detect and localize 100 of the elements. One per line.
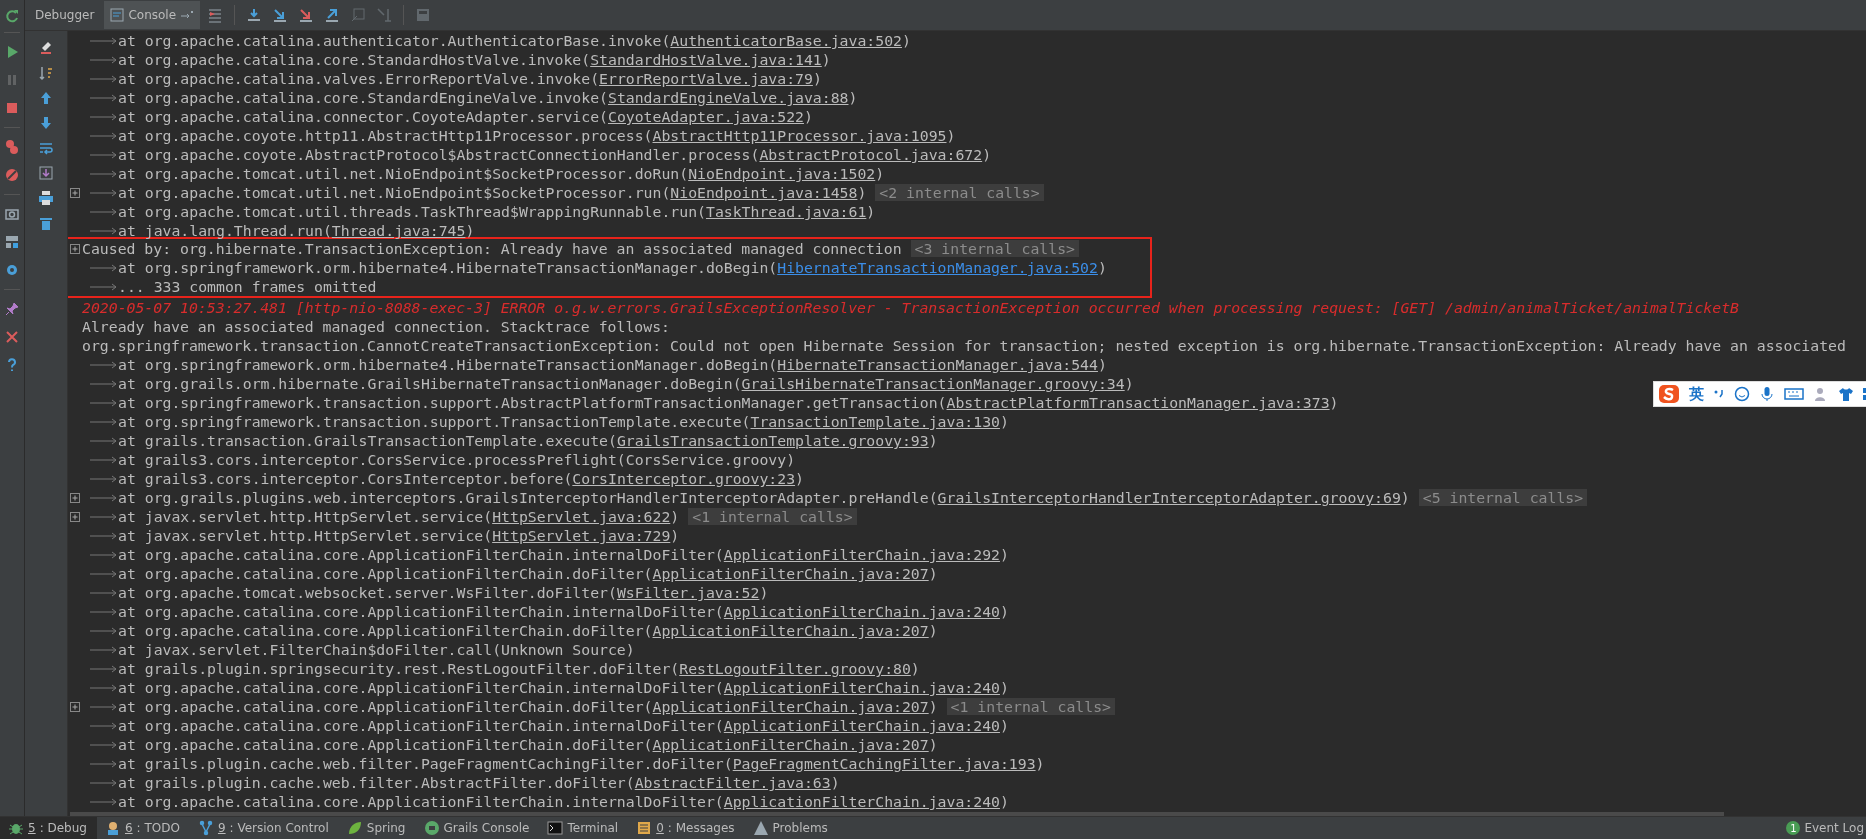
log-line: at javax.servlet.http.HttpServlet.service(HttpServlet.java:729): [118, 527, 680, 544]
tool-window-button[interactable]: 9 : Version Control: [189, 817, 339, 839]
camera-icon[interactable]: [4, 206, 20, 222]
source-link[interactable]: ApplicationFilterChain.java:207: [652, 622, 929, 639]
shirt-icon[interactable]: [1838, 386, 1854, 402]
caused-by-line: Caused by: org.hibernate.TransactionException: Already have an associated managed connection: [82, 240, 902, 257]
source-link[interactable]: HibernateTransactionManager.java:502: [777, 259, 1098, 276]
tool-window-button[interactable]: 6 : TODO: [96, 817, 190, 839]
source-link[interactable]: NioEndpoint.java:1502: [688, 165, 876, 182]
source-link[interactable]: CorsInterceptor.groovy:23: [572, 470, 796, 487]
source-link[interactable]: ErrorReportValve.java:79: [599, 70, 813, 87]
source-link[interactable]: HttpServlet.java:729: [492, 527, 671, 544]
step-into-icon[interactable]: [272, 7, 289, 23]
log-line: at org.apache.catalina.core.ApplicationFilterChain.doFilter(ApplicationFilterChain.java:207): [118, 698, 938, 715]
log-line: at org.apache.catalina.core.StandardHostValve.invoke(StandardHostValve.java:141): [118, 51, 831, 68]
source-link[interactable]: AbstractHttp11Processor.java:1095: [652, 127, 947, 144]
input-method-logo-icon: [1658, 384, 1680, 404]
microphone-icon[interactable]: [1759, 386, 1775, 402]
pin-icon[interactable]: [4, 301, 20, 317]
source-link[interactable]: PageFragmentCachingFilter.java:193: [732, 755, 1036, 772]
log-line: at org.apache.catalina.core.ApplicationFilterChain.doFilter(ApplicationFilterChain.java:207): [118, 565, 938, 582]
log-line: at grails.plugin.cache.web.filter.PageFragmentCachingFilter.doFilter(PageFragmentCachingFilter.java:193): [118, 755, 1045, 772]
log-line: at org.springframework.orm.hibernate4.HibernateTransactionManager.doBegin(HibernateTransactionManager.java:544): [118, 356, 1107, 373]
log-line: at org.apache.catalina.core.StandardEngineValve.invoke(StandardEngineValve.java:88): [118, 89, 858, 106]
mute-breakpoints-icon[interactable]: [4, 167, 20, 183]
source-link[interactable]: ApplicationFilterChain.java:207: [652, 736, 929, 753]
smiley-icon[interactable]: [1734, 386, 1750, 402]
source-link[interactable]: GrailsHibernateTransactionManager.groovy:34: [741, 375, 1125, 392]
source-link[interactable]: GrailsInterceptorHandlerInterceptorAdapter.groovy:69: [937, 489, 1401, 506]
tool-window-button[interactable]: 5 : Debug: [0, 817, 97, 839]
input-mode-toggle[interactable]: 英: [1689, 384, 1704, 404]
source-link[interactable]: HibernateTransactionManager.java:544: [777, 356, 1098, 373]
up-arrow-icon[interactable]: [38, 90, 54, 106]
down-arrow-icon[interactable]: [38, 115, 54, 131]
tool-window-button[interactable]: Spring: [338, 817, 416, 839]
layout-icon[interactable]: [4, 234, 20, 250]
source-link[interactable]: AuthenticatorBase.java:502: [670, 32, 902, 49]
source-link[interactable]: ApplicationFilterChain.java:207: [652, 565, 929, 582]
source-link[interactable]: StandardHostValve.java:141: [590, 51, 822, 68]
keyboard-icon[interactable]: [1784, 386, 1804, 402]
soft-wrap-icon[interactable]: [38, 140, 54, 156]
source-link[interactable]: NioEndpoint.java:1458: [670, 184, 858, 201]
log-line: at org.springframework.transaction.support.AbstractPlatformTransactionManager.getTransaction(AbstractPlatformTransactionManager.java:373): [118, 394, 1339, 411]
source-link[interactable]: AbstractPlatformTransactionManager.java:373: [946, 394, 1330, 411]
sort-icon[interactable]: [38, 65, 54, 81]
close-icon[interactable]: [4, 329, 20, 345]
tool-window-button[interactable]: Problems: [744, 817, 838, 839]
source-link[interactable]: StandardEngineValve.java:88: [607, 89, 849, 106]
eraser-icon[interactable]: [38, 40, 54, 56]
expand-icon[interactable]: [70, 492, 80, 503]
panel-tab[interactable]: Debugger: [29, 1, 101, 29]
console-icon: [110, 8, 125, 22]
source-link[interactable]: GrailsTransactionTemplate.groovy:93: [616, 432, 929, 449]
source-link[interactable]: AbstractFilter.java:63: [634, 774, 831, 791]
leaf-icon: [346, 820, 363, 836]
log-line: at org.apache.coyote.http11.AbstractHttp11Processor.process(AbstractHttp11Processor.java:1095): [118, 127, 956, 144]
log-line: at org.apache.catalina.authenticator.AuthenticatorBase.invoke(AuthenticatorBase.java:502): [118, 32, 911, 49]
event-log-button[interactable]: 1 Event Log: [1786, 821, 1866, 835]
expand-icon[interactable]: [70, 701, 80, 712]
execution-point-icon[interactable]: [207, 7, 224, 23]
source-link[interactable]: WsFilter.java:52: [616, 584, 760, 601]
breakpoints-icon[interactable]: [4, 139, 20, 155]
step-over-icon[interactable]: [246, 7, 263, 23]
source-link[interactable]: HttpServlet.java:622: [492, 508, 671, 525]
trash-icon[interactable]: [38, 215, 54, 231]
panel-tab[interactable]: Console: [104, 1, 201, 29]
source-link[interactable]: RestLogoutFilter.groovy:80: [679, 660, 911, 677]
source-link[interactable]: ApplicationFilterChain.java:207: [652, 698, 929, 715]
tool-window-button[interactable]: Grails Console: [415, 817, 540, 839]
log-line: at org.apache.catalina.core.ApplicationFilterChain.internalDoFilter(ApplicationFilterChain.java:240): [118, 717, 1009, 734]
warning-icon: [752, 820, 769, 836]
tool-window-button[interactable]: Terminal: [539, 817, 629, 839]
step-out-icon[interactable]: [324, 7, 341, 23]
settings-icon[interactable]: [4, 262, 20, 278]
expand-icon[interactable]: [70, 243, 80, 254]
error-log-line: 2020-05-07 10:53:27.481 [http-nio-8088-exec-3] ERROR o.g.w.errors.GrailsExceptionResolver - TransactionException occurred when processing request: [GET] /admin/animalTicket/animalTicketB: [82, 299, 1739, 316]
source-link[interactable]: CoyoteAdapter.java:522: [607, 108, 804, 125]
scroll-to-end-icon[interactable]: [38, 165, 54, 181]
rerun-icon[interactable]: [4, 8, 20, 24]
log-line: at org.apache.tomcat.util.net.NioEndpoint$SocketProcessor.run(NioEndpoint.java:1458): [118, 184, 867, 201]
source-link[interactable]: TaskThread.java:61: [705, 203, 867, 220]
log-line: at org.apache.catalina.core.ApplicationFilterChain.internalDoFilter(ApplicationFilterChain.java:292): [118, 546, 1009, 563]
log-line: at org.springframework.orm.hibernate4.HibernateTransactionManager.doBegin(HibernateTransactionManager.java:502): [118, 259, 1107, 276]
source-link[interactable]: ApplicationFilterChain.java:240: [723, 679, 1000, 696]
log-line: at org.apache.coyote.AbstractProtocol$AbstractConnectionHandler.process(AbstractProtocol.java:672): [118, 146, 992, 163]
source-link[interactable]: ApplicationFilterChain.java:240: [723, 603, 1000, 620]
source-link[interactable]: ApplicationFilterChain.java:292: [723, 546, 1000, 563]
log-line: at org.apache.catalina.connector.CoyoteAdapter.service(CoyoteAdapter.java:522): [118, 108, 813, 125]
stop-icon[interactable]: [4, 100, 20, 116]
expand-icon[interactable]: [70, 511, 80, 522]
tool-window-button[interactable]: 0 : Messages: [628, 817, 745, 839]
source-link[interactable]: ApplicationFilterChain.java:240: [723, 793, 1000, 810]
force-step-into-icon[interactable]: [298, 7, 315, 23]
source-link[interactable]: AbstractProtocol.java:672: [759, 146, 983, 163]
source-link[interactable]: Thread.java:745: [331, 222, 466, 239]
pin-arrow-icon: [180, 10, 195, 20]
print-icon[interactable]: [38, 190, 54, 206]
source-link[interactable]: TransactionTemplate.java:130: [750, 413, 1000, 430]
source-link[interactable]: ApplicationFilterChain.java:240: [723, 717, 1000, 734]
expand-icon[interactable]: [70, 187, 80, 198]
